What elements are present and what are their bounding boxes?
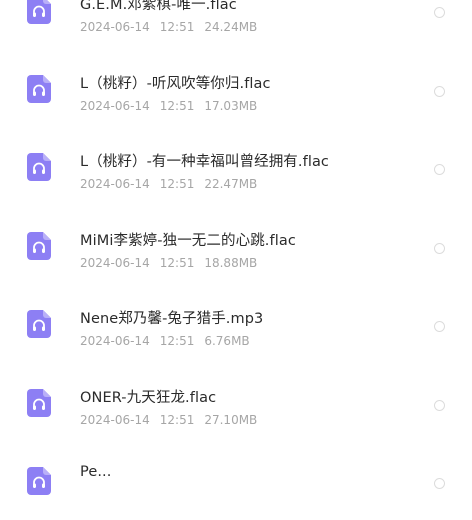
file-size: 6.76MB — [204, 334, 250, 348]
select-radio[interactable] — [434, 242, 445, 254]
audio-file-headphones-icon — [27, 388, 51, 417]
file-size: 17.03MB — [204, 98, 258, 113]
file-date: 2024-06-14 — [80, 334, 150, 348]
file-meta: 2024-06-14 12:51 17.03MB — [80, 99, 257, 113]
file-name: L（桃籽）-听风吹等你归.flac — [80, 75, 271, 92]
file-row[interactable]: ONER-九天狂龙.flac 2024-06-14 12:51 27.10MB — [0, 363, 472, 442]
file-row[interactable]: L（桃籽）-听风吹等你归.flac 2024-06-14 12:51 17.03MB — [0, 49, 472, 128]
audio-file-headphones-icon — [27, 467, 51, 495]
file-name: G.E.M.邓紫棋-唯一.flac — [80, 0, 237, 13]
file-time: 12:51 — [159, 334, 195, 348]
file-time: 12:51 — [159, 177, 195, 191]
file-row[interactable]: Nene郑乃馨-兔子猎手.mp3 2024-06-14 12:51 6.76MB — [0, 284, 472, 363]
file-meta: 2024-06-14 12:51 22.47MB — [80, 177, 257, 191]
file-name: L（桃籽）-有一种幸福叫曾经拥有.flac — [80, 154, 330, 170]
audio-file-headphones-icon — [27, 74, 51, 103]
file-date: 2024-06-14 — [80, 20, 150, 34]
file-time: 12:51 — [159, 20, 195, 34]
file-meta — [80, 491, 100, 505]
select-radio[interactable] — [434, 7, 445, 18]
file-size: 22.47MB — [204, 177, 258, 191]
file-name: Nene郑乃馨-兔子猎手.mp3 — [80, 311, 264, 327]
file-list: G.E.M.邓紫棋-唯一.flac 2024-06-14 12:51 24.24MB L… — [0, 0, 472, 520]
file-time: 12:51 — [159, 255, 195, 270]
file-time: 12:51 — [159, 98, 195, 113]
file-size: 18.88MB — [204, 255, 258, 270]
file-meta: 2024-06-14 12:51 27.10MB — [80, 413, 257, 427]
select-radio[interactable] — [434, 85, 445, 97]
file-row[interactable]: Pe... — [0, 441, 472, 520]
file-row[interactable]: G.E.M.邓紫棋-唯一.flac 2024-06-14 12:51 24.24MB — [0, 0, 472, 49]
select-radio[interactable] — [434, 164, 445, 175]
select-radio[interactable] — [434, 478, 445, 489]
file-meta: 2024-06-14 12:51 18.88MB — [80, 256, 257, 270]
file-time: 12:51 — [159, 412, 195, 427]
file-name: MiMi李紫婷-独一无二的心跳.flac — [80, 232, 296, 249]
file-date: 2024-06-14 — [80, 412, 150, 427]
select-radio[interactable] — [434, 399, 445, 411]
file-date: 2024-06-14 — [80, 255, 150, 270]
file-size: 24.24MB — [204, 20, 258, 34]
audio-file-headphones-icon — [27, 310, 51, 338]
select-radio[interactable] — [434, 321, 445, 332]
audio-file-headphones-icon — [27, 153, 51, 181]
file-row[interactable]: L（桃籽）-有一种幸福叫曾经拥有.flac 2024-06-14 12:51 22.4… — [0, 127, 472, 206]
file-meta: 2024-06-14 12:51 6.76MB — [80, 334, 250, 348]
file-date: 2024-06-14 — [80, 98, 150, 113]
file-name: ONER-九天狂龙.flac — [80, 389, 217, 406]
file-date: 2024-06-14 — [80, 177, 150, 191]
file-row[interactable]: MiMi李紫婷-独一无二的心跳.flac 2024-06-14 12:51 18.88… — [0, 206, 472, 285]
file-size: 27.10MB — [204, 412, 258, 427]
file-meta: 2024-06-14 12:51 24.24MB — [80, 20, 257, 34]
audio-file-headphones-icon — [27, 0, 51, 24]
file-name: Pe... — [80, 464, 112, 480]
audio-file-headphones-icon — [27, 231, 51, 260]
